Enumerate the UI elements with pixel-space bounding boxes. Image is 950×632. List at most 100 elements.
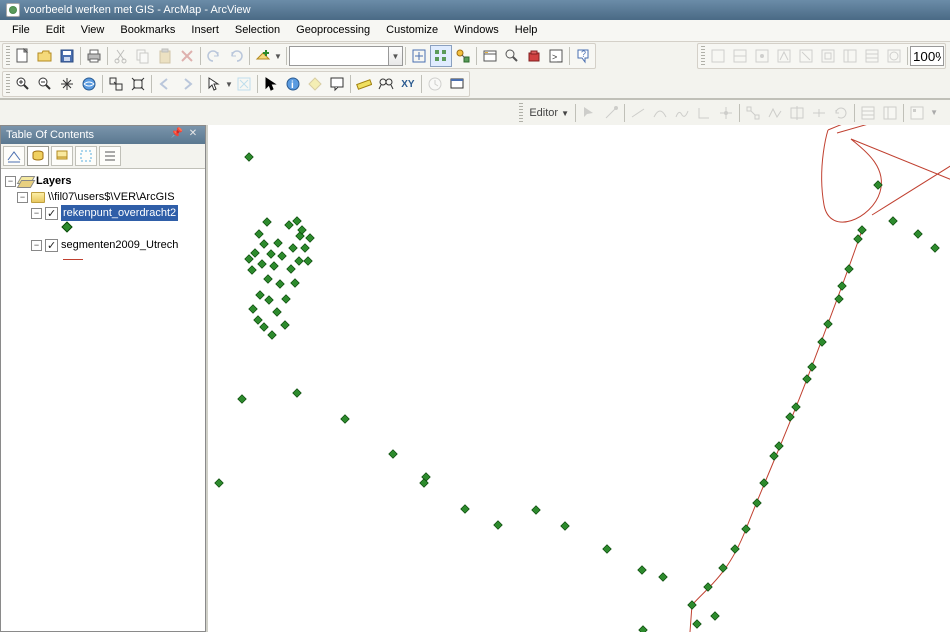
layer1-visibility-checkbox[interactable] <box>45 207 58 220</box>
paste-button[interactable] <box>154 45 176 67</box>
draw-tool-9[interactable] <box>883 45 905 67</box>
add-data-button[interactable] <box>252 45 274 67</box>
go-to-xy-button[interactable]: XY <box>397 73 419 95</box>
fixed-zoom-out-button[interactable] <box>127 73 149 95</box>
edit-rightangle-button[interactable] <box>693 102 715 124</box>
toolbar-grip[interactable] <box>519 103 523 123</box>
menu-view[interactable]: View <box>73 22 113 39</box>
map-scale-input[interactable] <box>289 46 389 66</box>
measure-button[interactable] <box>353 73 375 95</box>
edit-split-button[interactable] <box>808 102 830 124</box>
copy-button[interactable] <box>132 45 154 67</box>
arc-toolbox-button[interactable] <box>523 45 545 67</box>
find-button[interactable] <box>375 73 397 95</box>
edit-rotate-button[interactable] <box>830 102 852 124</box>
edit-point-button[interactable] <box>715 102 737 124</box>
search-button[interactable] <box>501 45 523 67</box>
layer2-label[interactable]: segmenten2009_Utrech <box>61 237 178 253</box>
toc-tab-drawing-order[interactable] <box>3 146 25 166</box>
map-scale-dropdown-icon[interactable]: ▼ <box>389 46 403 66</box>
edit-straight-button[interactable] <box>600 102 622 124</box>
draw-tool-4[interactable] <box>773 45 795 67</box>
select-features-button[interactable] <box>203 73 225 95</box>
menu-help[interactable]: Help <box>507 22 546 39</box>
tree-collapse-icon[interactable]: − <box>31 208 42 219</box>
map-view[interactable] <box>206 125 950 632</box>
toc-datasource-label[interactable]: \\fil07\users$\VER\ArcGIS <box>48 189 175 205</box>
toolbar-grip[interactable] <box>701 46 705 66</box>
edit-trace-button[interactable] <box>671 102 693 124</box>
tree-collapse-icon[interactable]: − <box>5 176 16 187</box>
new-button[interactable] <box>12 45 34 67</box>
draw-tool-1[interactable] <box>707 45 729 67</box>
toc-tab-visibility[interactable] <box>51 146 73 166</box>
draw-tool-3[interactable] <box>751 45 773 67</box>
edit-reshape-button[interactable] <box>764 102 786 124</box>
python-button[interactable]: >_ <box>545 45 567 67</box>
menu-selection[interactable]: Selection <box>227 22 288 39</box>
time-slider-button[interactable] <box>424 73 446 95</box>
editor-menu[interactable]: Editor ▼ <box>525 107 573 119</box>
zoom-in-button[interactable] <box>12 73 34 95</box>
toc-tab-options[interactable] <box>99 146 121 166</box>
toc-tab-source[interactable] <box>27 146 49 166</box>
prev-extent-button[interactable] <box>154 73 176 95</box>
identify-button[interactable]: i <box>282 73 304 95</box>
toc-tab-selection[interactable] <box>75 146 97 166</box>
menu-geoprocessing[interactable]: Geoprocessing <box>288 22 378 39</box>
menu-edit[interactable]: Edit <box>38 22 73 39</box>
menu-windows[interactable]: Windows <box>446 22 507 39</box>
pan-button[interactable] <box>56 73 78 95</box>
clear-selection-button[interactable] <box>233 73 255 95</box>
create-features-button[interactable] <box>906 102 928 124</box>
pin-icon[interactable]: 📌 <box>170 128 184 142</box>
draw-tool-7[interactable] <box>839 45 861 67</box>
draw-tool-8[interactable] <box>861 45 883 67</box>
edit-vertices-button[interactable] <box>742 102 764 124</box>
html-popup-button[interactable] <box>326 73 348 95</box>
save-button[interactable] <box>56 45 78 67</box>
menu-file[interactable]: File <box>4 22 38 39</box>
model-builder-button[interactable] <box>452 45 474 67</box>
full-extent-button[interactable] <box>78 73 100 95</box>
print-button[interactable] <box>83 45 105 67</box>
next-extent-button[interactable] <box>176 73 198 95</box>
open-button[interactable] <box>34 45 56 67</box>
toc-root-label[interactable]: Layers <box>36 173 71 189</box>
toolbar-grip[interactable] <box>6 74 10 94</box>
zoom-out-button[interactable] <box>34 73 56 95</box>
attributes-button[interactable] <box>857 102 879 124</box>
hyperlink-button[interactable] <box>304 73 326 95</box>
menu-insert[interactable]: Insert <box>183 22 227 39</box>
create-viewer-button[interactable] <box>446 73 468 95</box>
sketch-props-button[interactable] <box>879 102 901 124</box>
menu-bookmarks[interactable]: Bookmarks <box>112 22 183 39</box>
undo-button[interactable] <box>203 45 225 67</box>
delete-button[interactable] <box>176 45 198 67</box>
whats-this-button[interactable]: ? <box>572 45 594 67</box>
catalog-button[interactable] <box>479 45 501 67</box>
editor-toolbar-button[interactable] <box>408 45 430 67</box>
edit-segment-button[interactable] <box>627 102 649 124</box>
redo-button[interactable] <box>225 45 247 67</box>
tree-collapse-icon[interactable]: − <box>31 240 42 251</box>
edit-cut-poly-button[interactable] <box>786 102 808 124</box>
tree-collapse-icon[interactable]: − <box>17 192 28 203</box>
layer2-symbol-line[interactable] <box>63 259 83 260</box>
editor-dropdown-icon[interactable]: ▼ <box>928 108 940 117</box>
draw-tool-6[interactable] <box>817 45 839 67</box>
toolbar-grip[interactable] <box>6 46 10 66</box>
zoom-percent-input[interactable] <box>910 46 944 66</box>
layer2-visibility-checkbox[interactable] <box>45 239 58 252</box>
layer1-label[interactable]: rekenpunt_overdracht2 <box>61 205 178 221</box>
edit-arc-button[interactable] <box>649 102 671 124</box>
draw-tool-2[interactable] <box>729 45 751 67</box>
select-features-dropdown-icon[interactable]: ▼ <box>225 80 233 89</box>
draw-tool-5[interactable] <box>795 45 817 67</box>
edit-tool-button[interactable] <box>578 102 600 124</box>
menu-customize[interactable]: Customize <box>378 22 446 39</box>
select-elements-arrow-button[interactable] <box>260 73 282 95</box>
close-icon[interactable]: ✕ <box>186 128 200 142</box>
cut-button[interactable] <box>110 45 132 67</box>
fixed-zoom-in-button[interactable] <box>105 73 127 95</box>
